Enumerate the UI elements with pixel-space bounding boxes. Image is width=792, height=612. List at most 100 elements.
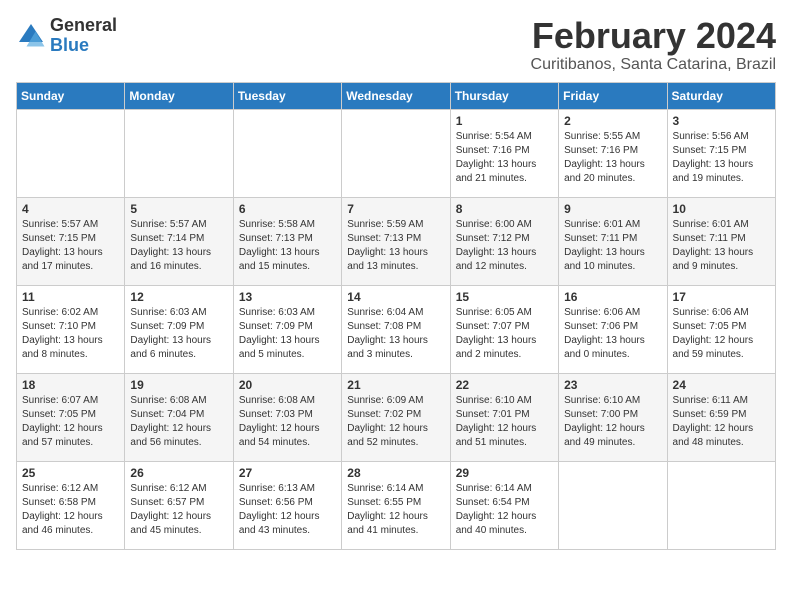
calendar-body: 1 Sunrise: 5:54 AM Sunset: 7:16 PM Daylig… [17, 109, 776, 549]
location-title: Curitibanos, Santa Catarina, Brazil [531, 56, 776, 74]
calendar-cell: 7Sunrise: 5:59 AM Sunset: 7:13 PM Daylig… [342, 197, 450, 285]
day-info: Sunrise: 6:06 AM Sunset: 7:06 PM Dayligh… [564, 306, 661, 362]
calendar-cell: 24Sunrise: 6:11 AM Sunset: 6:59 PM Dayli… [667, 373, 775, 461]
day-info: Sunrise: 6:00 AM Sunset: 7:12 PM Dayligh… [456, 218, 553, 274]
calendar-cell: 17 Sunrise: 6:06 AM Sunset: 7:05 PM Dayli… [667, 285, 775, 373]
day-number: 15 [456, 290, 553, 304]
month-title: February 2024 [531, 16, 776, 56]
calendar-cell: 2 Sunrise: 5:55 AM Sunset: 7:16 PM Daylig… [559, 109, 667, 197]
logo-general-text: General [50, 16, 117, 36]
day-info: Sunrise: 6:14 AM Sunset: 6:55 PM Dayligh… [347, 482, 444, 538]
header-row: SundayMondayTuesdayWednesdayThursdayFrid… [17, 82, 776, 109]
header-day-saturday: Saturday [667, 82, 775, 109]
calendar-cell: 20 Sunrise: 6:08 AM Sunset: 7:03 PM Dayli… [233, 373, 341, 461]
day-number: 22 [456, 378, 553, 392]
day-info: Sunrise: 6:02 AM Sunset: 7:10 PM Dayligh… [22, 306, 119, 362]
day-info: Sunrise: 6:08 AM Sunset: 7:03 PM Dayligh… [239, 394, 336, 450]
day-info: Sunrise: 6:10 AM Sunset: 7:01 PM Dayligh… [456, 394, 553, 450]
calendar-cell: 18 Sunrise: 6:07 AM Sunset: 7:05 PM Dayli… [17, 373, 125, 461]
calendar-cell: 21Sunrise: 6:09 AM Sunset: 7:02 PM Dayli… [342, 373, 450, 461]
day-info: Sunrise: 6:12 AM Sunset: 6:58 PM Dayligh… [22, 482, 119, 538]
day-info: Sunrise: 5:56 AM Sunset: 7:15 PM Dayligh… [673, 130, 770, 186]
day-number: 2 [564, 114, 661, 128]
day-info: Sunrise: 5:57 AM Sunset: 7:14 PM Dayligh… [130, 218, 227, 274]
calendar-cell [233, 109, 341, 197]
calendar-header: SundayMondayTuesdayWednesdayThursdayFrid… [17, 82, 776, 109]
header-day-friday: Friday [559, 82, 667, 109]
title-area: February 2024 Curitibanos, Santa Catarin… [531, 16, 776, 74]
day-info: Sunrise: 6:09 AM Sunset: 7:02 PM Dayligh… [347, 394, 444, 450]
day-number: 5 [130, 202, 227, 216]
day-info: Sunrise: 6:06 AM Sunset: 7:05 PM Dayligh… [673, 306, 770, 362]
calendar-cell [17, 109, 125, 197]
day-number: 1 [456, 114, 553, 128]
calendar-cell: 29 Sunrise: 6:14 AM Sunset: 6:54 PM Dayli… [450, 461, 558, 549]
day-number: 3 [673, 114, 770, 128]
calendar-cell: 5 Sunrise: 5:57 AM Sunset: 7:14 PM Daylig… [125, 197, 233, 285]
day-number: 18 [22, 378, 119, 392]
day-info: Sunrise: 6:03 AM Sunset: 7:09 PM Dayligh… [239, 306, 336, 362]
calendar-cell: 9Sunrise: 6:01 AM Sunset: 7:11 PM Daylig… [559, 197, 667, 285]
calendar-cell: 19Sunrise: 6:08 AM Sunset: 7:04 PM Dayli… [125, 373, 233, 461]
logo-blue-text: Blue [50, 36, 117, 56]
week-row-0: 1 Sunrise: 5:54 AM Sunset: 7:16 PM Daylig… [17, 109, 776, 197]
calendar-cell: 16 Sunrise: 6:06 AM Sunset: 7:06 PM Dayli… [559, 285, 667, 373]
logo-text: General Blue [50, 16, 117, 56]
day-info: Sunrise: 5:58 AM Sunset: 7:13 PM Dayligh… [239, 218, 336, 274]
day-info: Sunrise: 6:08 AM Sunset: 7:04 PM Dayligh… [130, 394, 227, 450]
header: General Blue February 2024 Curitibanos, … [16, 16, 776, 74]
day-info: Sunrise: 6:07 AM Sunset: 7:05 PM Dayligh… [22, 394, 119, 450]
calendar-cell: 4Sunrise: 5:57 AM Sunset: 7:15 PM Daylig… [17, 197, 125, 285]
day-number: 6 [239, 202, 336, 216]
day-info: Sunrise: 5:54 AM Sunset: 7:16 PM Dayligh… [456, 130, 553, 186]
day-info: Sunrise: 6:12 AM Sunset: 6:57 PM Dayligh… [130, 482, 227, 538]
day-number: 26 [130, 466, 227, 480]
day-number: 14 [347, 290, 444, 304]
calendar-cell [667, 461, 775, 549]
day-number: 13 [239, 290, 336, 304]
day-info: Sunrise: 6:04 AM Sunset: 7:08 PM Dayligh… [347, 306, 444, 362]
calendar-table: SundayMondayTuesdayWednesdayThursdayFrid… [16, 82, 776, 550]
day-info: Sunrise: 6:13 AM Sunset: 6:56 PM Dayligh… [239, 482, 336, 538]
calendar-cell: 13 Sunrise: 6:03 AM Sunset: 7:09 PM Dayli… [233, 285, 341, 373]
calendar-cell: 11 Sunrise: 6:02 AM Sunset: 7:10 PM Dayli… [17, 285, 125, 373]
calendar-cell: 23Sunrise: 6:10 AM Sunset: 7:00 PM Dayli… [559, 373, 667, 461]
calendar-cell: 3 Sunrise: 5:56 AM Sunset: 7:15 PM Daylig… [667, 109, 775, 197]
calendar-cell [559, 461, 667, 549]
day-number: 16 [564, 290, 661, 304]
day-number: 4 [22, 202, 119, 216]
day-number: 27 [239, 466, 336, 480]
header-day-sunday: Sunday [17, 82, 125, 109]
calendar-cell: 6 Sunrise: 5:58 AM Sunset: 7:13 PM Daylig… [233, 197, 341, 285]
day-info: Sunrise: 6:14 AM Sunset: 6:54 PM Dayligh… [456, 482, 553, 538]
calendar-cell [342, 109, 450, 197]
day-number: 29 [456, 466, 553, 480]
day-number: 8 [456, 202, 553, 216]
calendar-cell: 26 Sunrise: 6:12 AM Sunset: 6:57 PM Dayli… [125, 461, 233, 549]
calendar-cell: 15 Sunrise: 6:05 AM Sunset: 7:07 PM Dayli… [450, 285, 558, 373]
calendar-cell: 25 Sunrise: 6:12 AM Sunset: 6:58 PM Dayli… [17, 461, 125, 549]
day-info: Sunrise: 5:55 AM Sunset: 7:16 PM Dayligh… [564, 130, 661, 186]
day-info: Sunrise: 6:11 AM Sunset: 6:59 PM Dayligh… [673, 394, 770, 450]
day-number: 28 [347, 466, 444, 480]
header-day-tuesday: Tuesday [233, 82, 341, 109]
week-row-3: 18 Sunrise: 6:07 AM Sunset: 7:05 PM Dayli… [17, 373, 776, 461]
day-info: Sunrise: 6:05 AM Sunset: 7:07 PM Dayligh… [456, 306, 553, 362]
day-number: 25 [22, 466, 119, 480]
calendar-cell: 27 Sunrise: 6:13 AM Sunset: 6:56 PM Dayli… [233, 461, 341, 549]
logo-icon [16, 21, 46, 51]
week-row-2: 11 Sunrise: 6:02 AM Sunset: 7:10 PM Dayli… [17, 285, 776, 373]
day-number: 12 [130, 290, 227, 304]
day-info: Sunrise: 5:59 AM Sunset: 7:13 PM Dayligh… [347, 218, 444, 274]
day-number: 20 [239, 378, 336, 392]
header-day-monday: Monday [125, 82, 233, 109]
day-number: 10 [673, 202, 770, 216]
day-number: 11 [22, 290, 119, 304]
day-number: 17 [673, 290, 770, 304]
day-info: Sunrise: 6:01 AM Sunset: 7:11 PM Dayligh… [673, 218, 770, 274]
calendar-cell: 8 Sunrise: 6:00 AM Sunset: 7:12 PM Daylig… [450, 197, 558, 285]
calendar-cell: 10 Sunrise: 6:01 AM Sunset: 7:11 PM Dayli… [667, 197, 775, 285]
week-row-1: 4Sunrise: 5:57 AM Sunset: 7:15 PM Daylig… [17, 197, 776, 285]
calendar-cell: 14 Sunrise: 6:04 AM Sunset: 7:08 PM Dayli… [342, 285, 450, 373]
calendar-cell: 22 Sunrise: 6:10 AM Sunset: 7:01 PM Dayli… [450, 373, 558, 461]
